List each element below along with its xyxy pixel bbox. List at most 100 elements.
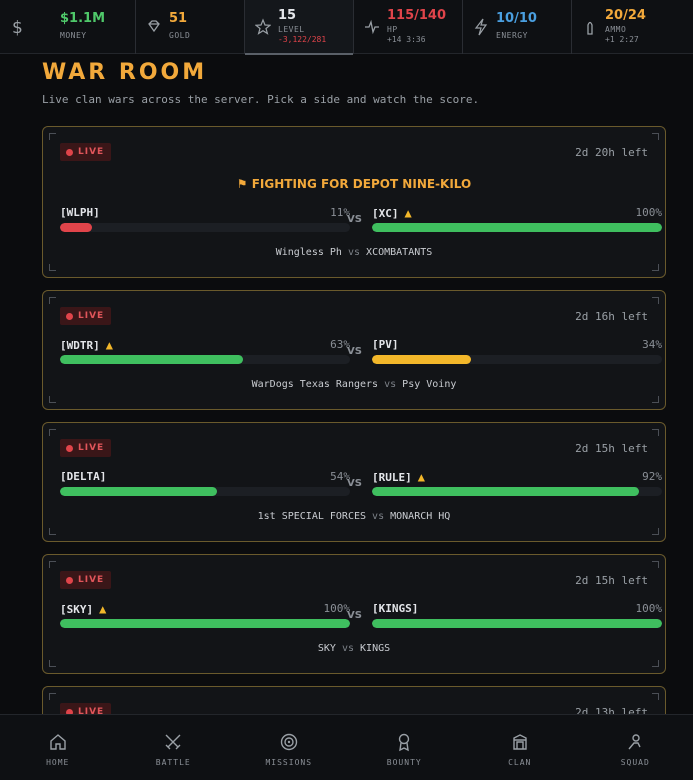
clan-percent: 100% — [635, 206, 663, 219]
stat-label: LEVEL — [278, 25, 305, 34]
vs-label: VS — [347, 478, 362, 489]
clan-percent: 100% — [635, 602, 663, 615]
progress-fill — [60, 223, 92, 232]
stat-value: 51 — [169, 11, 188, 26]
war-card[interactable]: LIVE 2d 15h left [SKY] ▲ 100% VS [KINGS] … — [42, 554, 666, 674]
clan-tag: [KINGS] — [372, 602, 419, 615]
time-left: 2d 15h left — [575, 574, 648, 587]
warning-icon: ▲ — [105, 338, 113, 352]
time-left: 2d 16h left — [575, 310, 648, 323]
stat-label: AMMO — [605, 25, 627, 34]
castle-icon — [513, 734, 527, 750]
clan-tag: [WLPH] — [60, 206, 100, 219]
stat-label: MONEY — [60, 31, 87, 40]
heartbeat-icon — [365, 19, 379, 35]
home-icon — [50, 734, 66, 750]
clan-tag: [DELTA] — [60, 470, 107, 483]
nav-label: BATTLE — [155, 758, 191, 767]
nav-label: SQUAD — [620, 758, 650, 767]
stat-sub: +1 2:27 — [605, 35, 639, 44]
clan-names: 1st SPECIAL FORCES vs MONARCH HQ — [257, 511, 451, 522]
live-badge: LIVE — [60, 439, 112, 457]
vs-label: VS — [347, 214, 362, 225]
clan-tag: [RULE] ▲ — [372, 470, 425, 484]
stat-value: 15 — [278, 8, 297, 23]
progress-fill — [60, 487, 217, 496]
progress-track — [372, 619, 662, 628]
progress-track — [60, 223, 350, 232]
warning-icon: ▲ — [417, 470, 425, 484]
progress-track — [372, 223, 662, 232]
progress-track — [60, 487, 350, 496]
progress-fill — [372, 619, 662, 628]
progress-fill — [372, 223, 662, 232]
medal-icon — [399, 733, 410, 752]
live-badge: LIVE — [60, 143, 112, 161]
nav-label: CLAN — [508, 758, 532, 767]
stat-gold[interactable]: 51 GOLD — [136, 0, 245, 54]
clan-percent: 92% — [642, 470, 662, 483]
bottom-nav: HOME BATTLE MISSIONS BOUNTY CLAN SQUAD — [0, 714, 693, 780]
stat-sub: -3,122/281 — [278, 35, 327, 44]
clan-percent: 34% — [642, 338, 662, 351]
stats-bar: $ $1.1M MONEY 51 GOLD 15 LEVEL -3,122/28… — [0, 0, 693, 55]
stat-level[interactable]: 15 LEVEL -3,122/281 — [245, 0, 354, 55]
stat-value: 115/140 — [387, 8, 447, 23]
stat-energy[interactable]: 10/10 ENERGY — [463, 0, 572, 54]
target-icon — [280, 733, 297, 751]
stat-value: 10/10 — [496, 11, 537, 26]
progress-fill — [60, 355, 243, 364]
nav-battle[interactable]: BATTLE — [116, 715, 232, 780]
live-dot-icon — [66, 148, 73, 156]
page-subtitle: Live clan wars across the server. Pick a… — [42, 93, 480, 106]
dollar-icon: $ — [12, 18, 23, 36]
nav-missions[interactable]: MISSIONS — [231, 715, 347, 780]
nav-bounty[interactable]: BOUNTY — [347, 715, 463, 780]
progress-fill — [372, 487, 639, 496]
warning-icon: ▲ — [404, 206, 412, 220]
stat-hp[interactable]: 115/140 HP +14 3:36 — [354, 0, 463, 54]
stat-label: HP — [387, 25, 398, 34]
stat-ammo[interactable]: 20/24 AMMO +1 2:27 — [572, 0, 693, 54]
war-card[interactable]: LIVE 2d 20h left ⚑ FIGHTING FOR DEPOT NI… — [42, 126, 666, 278]
star-icon — [255, 18, 271, 35]
nav-squad[interactable]: SQUAD — [578, 715, 693, 780]
gem-icon — [148, 20, 160, 33]
vs-label: VS — [347, 346, 362, 357]
crossed-swords-icon — [165, 734, 181, 750]
time-left: 2d 20h left — [575, 146, 648, 159]
stat-sub: +14 3:36 — [387, 35, 426, 44]
progress-track — [372, 355, 662, 364]
warning-icon: ▲ — [99, 602, 107, 616]
progress-fill — [372, 355, 471, 364]
clan-tag: [WDTR] ▲ — [60, 338, 113, 352]
clan-tag: [SKY] ▲ — [60, 602, 107, 616]
live-badge: LIVE — [60, 307, 112, 325]
nav-label: HOME — [46, 758, 70, 767]
lightning-icon — [474, 18, 488, 36]
progress-track — [60, 619, 350, 628]
nav-clan[interactable]: CLAN — [462, 715, 578, 780]
live-dot-icon — [66, 444, 73, 452]
user-icon — [628, 734, 641, 750]
time-left: 2d 15h left — [575, 442, 648, 455]
stat-label: GOLD — [169, 31, 191, 40]
war-card[interactable]: LIVE 2d 16h left [WDTR] ▲ 63% VS [PV] 34%… — [42, 290, 666, 410]
progress-track — [60, 355, 350, 364]
live-dot-icon — [66, 576, 73, 584]
clan-names: WarDogs Texas Rangers vs Psy Voiny — [251, 379, 457, 390]
vs-label: VS — [347, 610, 362, 621]
stat-value: 20/24 — [605, 8, 646, 23]
stat-money[interactable]: $ $1.1M MONEY — [0, 0, 136, 54]
bullet-icon — [587, 21, 593, 35]
svg-text:$: $ — [12, 18, 23, 36]
stat-value: $1.1M — [60, 11, 106, 26]
war-card[interactable]: LIVE 2d 15h left [DELTA] 54% VS [RULE] ▲ … — [42, 422, 666, 542]
nav-home[interactable]: HOME — [0, 715, 116, 780]
clan-tag: [PV] — [372, 338, 399, 351]
nav-label: BOUNTY — [386, 758, 422, 767]
progress-track — [372, 487, 662, 496]
live-dot-icon — [66, 312, 73, 320]
nav-label: MISSIONS — [265, 758, 313, 767]
clan-tag: [XC] ▲ — [372, 206, 412, 220]
